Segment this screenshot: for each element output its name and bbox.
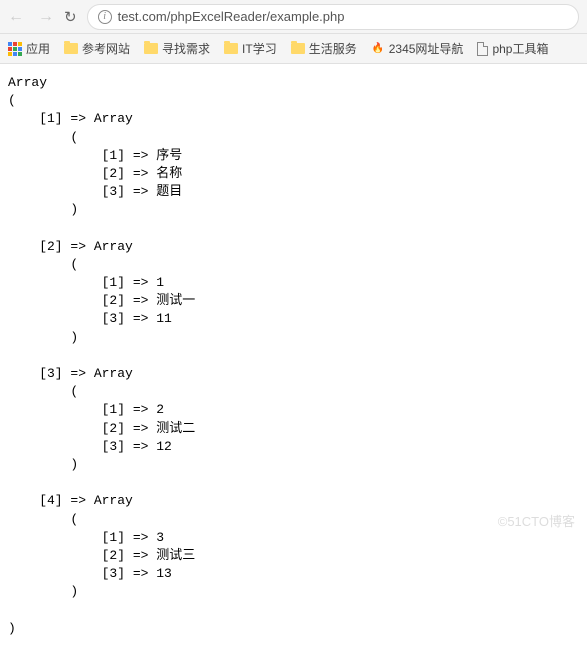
bookmark-label: php工具箱 <box>492 40 548 57</box>
folder-icon <box>64 43 78 54</box>
nav-arrows: ← → <box>8 8 54 26</box>
folder-icon <box>144 43 158 54</box>
site-icon: 🔥 <box>371 42 385 56</box>
bookmark-item[interactable]: 参考网站 <box>64 40 130 57</box>
bookmark-label: 2345网址导航 <box>389 40 464 57</box>
watermark: ©51CTO博客 <box>498 511 575 530</box>
bookmarks-bar: 应用 参考网站 寻找需求 IT学习 生活服务 🔥 2345网址导航 php工具箱 <box>0 34 587 64</box>
apps-button[interactable]: 应用 <box>8 40 50 57</box>
address-bar[interactable]: i test.com/phpExcelReader/example.php <box>87 4 579 30</box>
bookmark-label: 参考网站 <box>82 40 130 57</box>
bookmark-item[interactable]: 寻找需求 <box>144 40 210 57</box>
apps-label: 应用 <box>26 40 50 57</box>
reload-button[interactable]: ↻ <box>64 8 77 26</box>
bookmark-label: 生活服务 <box>309 40 357 57</box>
apps-icon <box>8 42 22 56</box>
url-text: test.com/phpExcelReader/example.php <box>118 9 345 24</box>
bookmark-item[interactable]: IT学习 <box>224 40 277 57</box>
folder-icon <box>291 43 305 54</box>
browser-toolbar: ← → ↻ i test.com/phpExcelReader/example.… <box>0 0 587 34</box>
folder-icon <box>224 43 238 54</box>
doc-icon <box>477 42 488 56</box>
bookmark-label: IT学习 <box>242 40 277 57</box>
bookmark-item[interactable]: 🔥 2345网址导航 <box>371 40 464 57</box>
forward-button[interactable]: → <box>38 8 54 26</box>
bookmark-item[interactable]: php工具箱 <box>477 40 548 57</box>
info-icon[interactable]: i <box>98 10 112 24</box>
back-button[interactable]: ← <box>8 8 24 26</box>
page-content: Array ( [1] => Array ( [1] => 序号 [2] => … <box>0 64 587 648</box>
bookmark-label: 寻找需求 <box>162 40 210 57</box>
bookmark-item[interactable]: 生活服务 <box>291 40 357 57</box>
